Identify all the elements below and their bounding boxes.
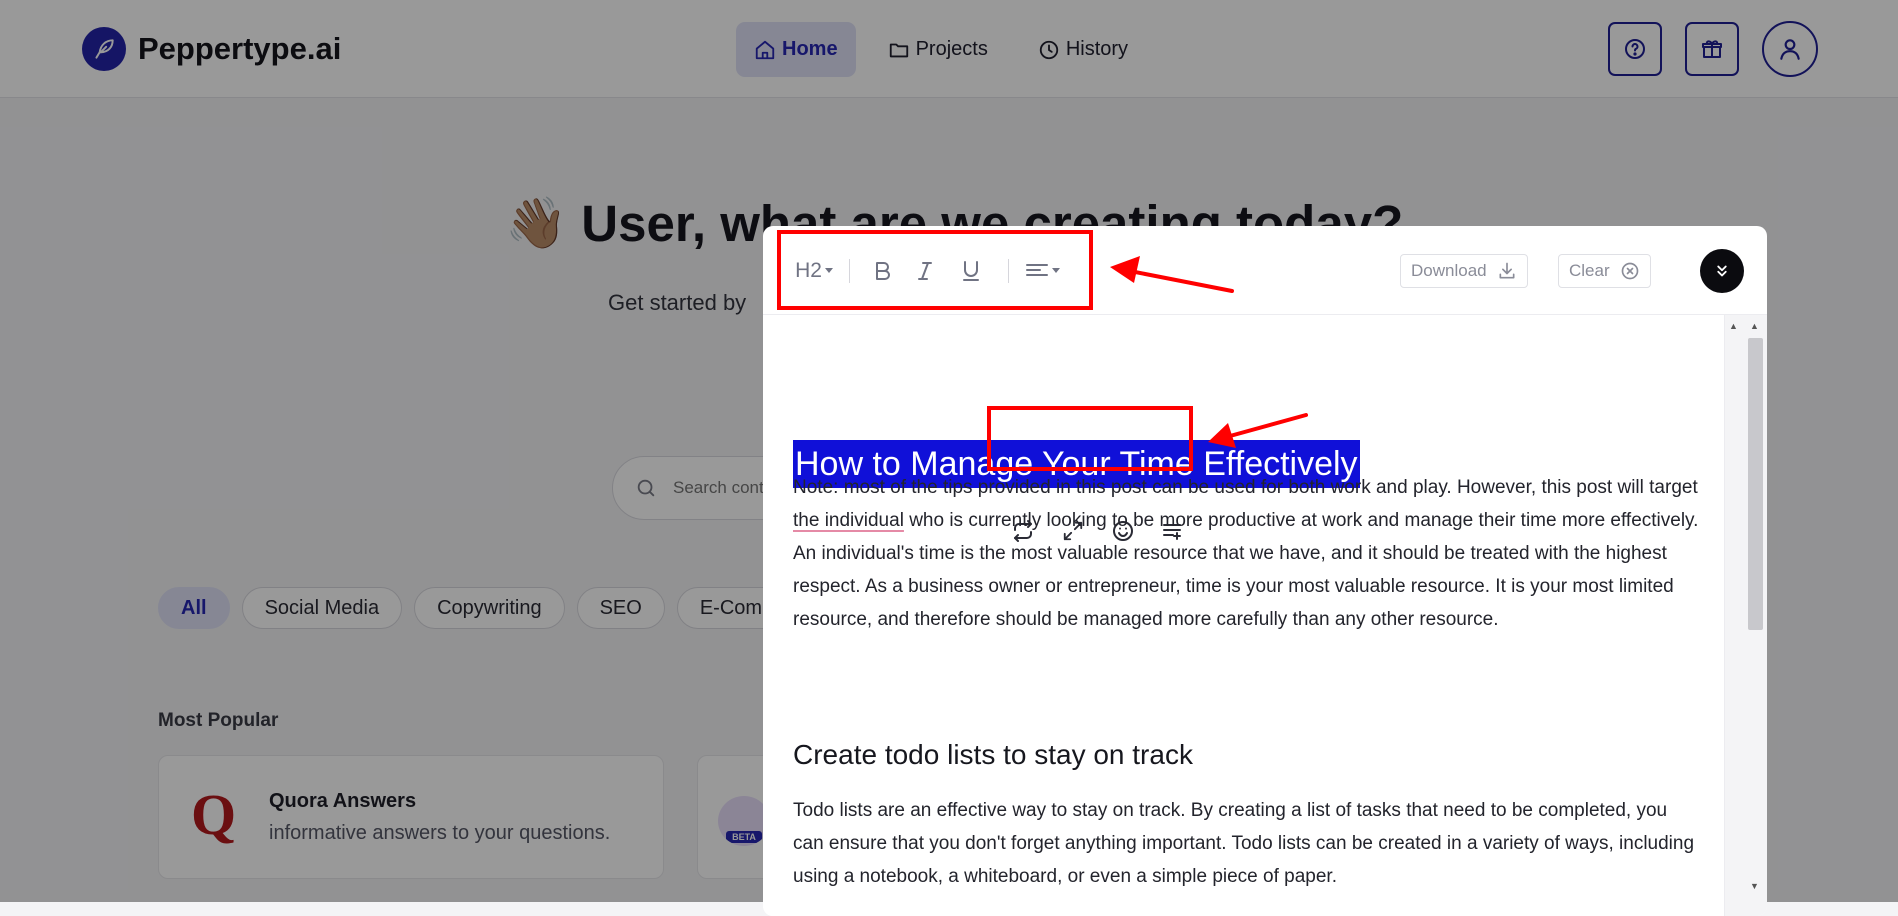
annotation-arrows — [1110, 256, 1308, 448]
